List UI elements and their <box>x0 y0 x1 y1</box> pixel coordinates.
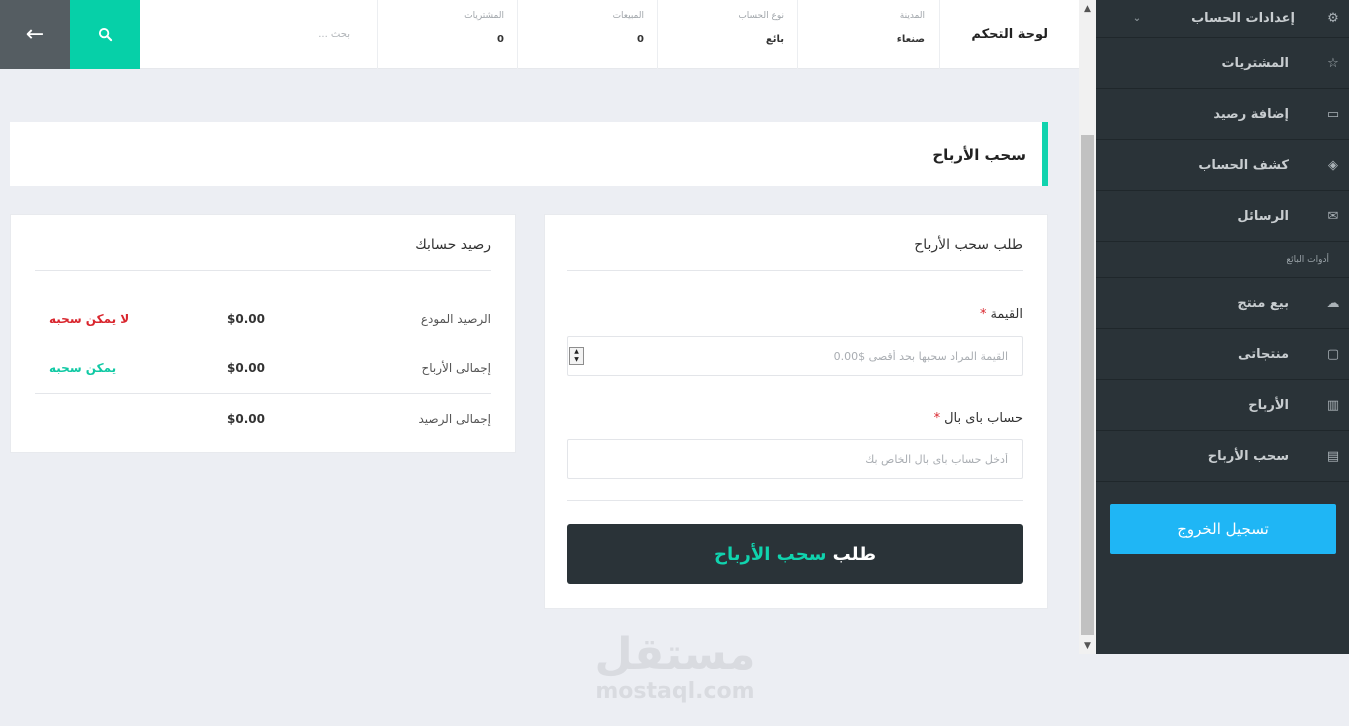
balance-label: إجمالى الأرباح <box>421 361 491 375</box>
amount-label: القيمة* <box>980 307 1023 322</box>
search-input[interactable] <box>150 20 350 48</box>
balance-value: $0.00 <box>227 361 265 375</box>
sidebar-item-label: منتجاتى <box>1238 346 1289 362</box>
arrow-left-icon: ← <box>25 22 45 47</box>
watermark-latin: mostaql.com <box>595 679 755 704</box>
withdraw-form-card: طلب سحب الأرباح القيمة* ▲▼ حساب باى بال*… <box>544 214 1048 609</box>
form-title: طلب سحب الأرباح <box>914 237 1023 253</box>
watermark-logo: مستقل mostaql.com <box>580 630 770 704</box>
bar-chart-icon: ▥ <box>1326 397 1340 413</box>
balance-label: الرصيد المودع <box>420 312 491 326</box>
sidebar-item-earnings[interactable]: ▥ الأرباح <box>1096 380 1349 431</box>
stepper-up-icon[interactable]: ▲ <box>570 348 583 356</box>
sidebar-item-messages[interactable]: ✉ الرسائل <box>1096 191 1349 242</box>
amount-input[interactable] <box>567 336 1023 376</box>
sidebar: ⚙ إعدادات الحساب ⌄ ☆ المشتريات ▭ إضافة ر… <box>1096 0 1349 654</box>
number-stepper[interactable]: ▲ ▼ <box>569 347 584 365</box>
sidebar-item-label: الرسائل <box>1237 208 1289 224</box>
divider <box>567 270 1023 271</box>
page-scrollbar[interactable]: ▲ ▼ <box>1079 0 1096 654</box>
cloud-upload-icon: ☁ <box>1326 295 1340 311</box>
card-icon: ▭ <box>1326 106 1340 122</box>
paypal-label: حساب باى بال* <box>934 411 1023 426</box>
envelope-icon: ✉ <box>1327 208 1339 224</box>
stat-sales: المبيعات 0 <box>517 0 658 69</box>
sidebar-item-label: كشف الحساب <box>1198 157 1289 173</box>
stat-label: المدينة <box>899 11 925 21</box>
logout-button[interactable]: تسجيل الخروج <box>1110 504 1336 554</box>
stepper-down-icon[interactable]: ▼ <box>570 356 583 364</box>
balance-title: رصيد حسابك <box>415 237 491 253</box>
back-arrow-button[interactable]: ← <box>0 0 70 69</box>
amount-label-text: القيمة <box>990 307 1023 322</box>
stat-value: 0 <box>637 34 644 45</box>
divider <box>567 500 1023 501</box>
account-balance-card: رصيد حسابك الرصيد المودع $0.00 لا يمكن س… <box>10 214 516 453</box>
sidebar-item-label: بيع منتج <box>1237 295 1289 311</box>
sidebar-item-purchases[interactable]: ☆ المشتريات <box>1096 38 1349 89</box>
sidebar-item-label: سحب الأرباح <box>1207 448 1289 464</box>
sidebar-item-sell-product[interactable]: ☁ بيع منتج <box>1096 278 1349 329</box>
balance-row: إجمالى الأرباح $0.00 يمكن سحبه <box>35 361 491 381</box>
submit-withdraw-button[interactable]: طلب سحب الأرباح <box>567 524 1023 584</box>
divider <box>35 270 491 271</box>
balance-row: إجمالى الرصيد $0.00 <box>35 412 491 432</box>
gear-icon: ⚙ <box>1327 11 1339 26</box>
folder-open-icon: ▤ <box>1326 448 1340 464</box>
balance-value: $0.00 <box>227 412 265 426</box>
sidebar-item-statement[interactable]: ◈ كشف الحساب <box>1096 140 1349 191</box>
stat-value: بائع <box>765 34 784 45</box>
sidebar-item-withdraw-earnings[interactable]: ▤ سحب الأرباح <box>1096 431 1349 482</box>
balance-value: $0.00 <box>227 312 265 326</box>
stat-city: المدينة صنعاء <box>797 0 939 69</box>
folder-icon: ▢ <box>1326 346 1340 362</box>
sidebar-item-add-balance[interactable]: ▭ إضافة رصيد <box>1096 89 1349 140</box>
stat-value: 0 <box>497 34 504 45</box>
divider <box>35 393 491 394</box>
stat-label: نوع الحساب <box>738 11 784 21</box>
scroll-up-icon[interactable]: ▲ <box>1079 0 1096 17</box>
sidebar-item-label: إضافة رصيد <box>1213 106 1289 122</box>
layers-icon: ◈ <box>1328 157 1338 173</box>
sidebar-item-label: الأرباح <box>1248 397 1289 413</box>
balance-row: الرصيد المودع $0.00 لا يمكن سحبه <box>35 312 491 332</box>
search-icon <box>98 27 112 42</box>
stat-label: المشتريات <box>464 11 504 21</box>
sidebar-item-my-products[interactable]: ▢ منتجاتى <box>1096 329 1349 380</box>
paypal-input[interactable] <box>567 439 1023 479</box>
stat-label: المبيعات <box>612 11 644 21</box>
sidebar-item-label: إعدادات الحساب <box>1191 11 1295 26</box>
submit-accent: سحب الأرباح <box>713 543 827 565</box>
sidebar-item-label: المشتريات <box>1221 55 1289 71</box>
sidebar-section-seller-tools: أدوات البائع <box>1096 242 1349 278</box>
watermark-arabic: مستقل <box>594 629 756 680</box>
paypal-label-text: حساب باى بال <box>944 411 1023 426</box>
submit-prefix: طلب <box>832 543 877 565</box>
scroll-thumb[interactable] <box>1081 135 1094 635</box>
required-mark: * <box>933 411 941 426</box>
star-icon: ☆ <box>1327 55 1339 71</box>
page-title: سحب الأرباح <box>10 122 1048 186</box>
required-mark: * <box>979 307 987 322</box>
search-button[interactable] <box>70 0 140 69</box>
balance-status: يمكن سحبه <box>49 361 117 375</box>
sidebar-item-account-settings[interactable]: ⚙ إعدادات الحساب ⌄ <box>1096 0 1349 38</box>
stat-account-type: نوع الحساب بائع <box>657 0 798 69</box>
top-bar: ← المشتريات 0 المبيعات 0 نوع الحساب بائع… <box>0 0 1079 69</box>
balance-status: لا يمكن سحبه <box>49 312 130 326</box>
stat-value: صنعاء <box>896 34 925 45</box>
stat-purchases: المشتريات 0 <box>377 0 518 69</box>
chevron-down-icon: ⌄ <box>1132 13 1142 24</box>
scroll-down-icon[interactable]: ▼ <box>1079 637 1096 654</box>
dashboard-title: لوحة التحكم <box>939 0 1079 69</box>
balance-label: إجمالى الرصيد <box>418 412 491 426</box>
